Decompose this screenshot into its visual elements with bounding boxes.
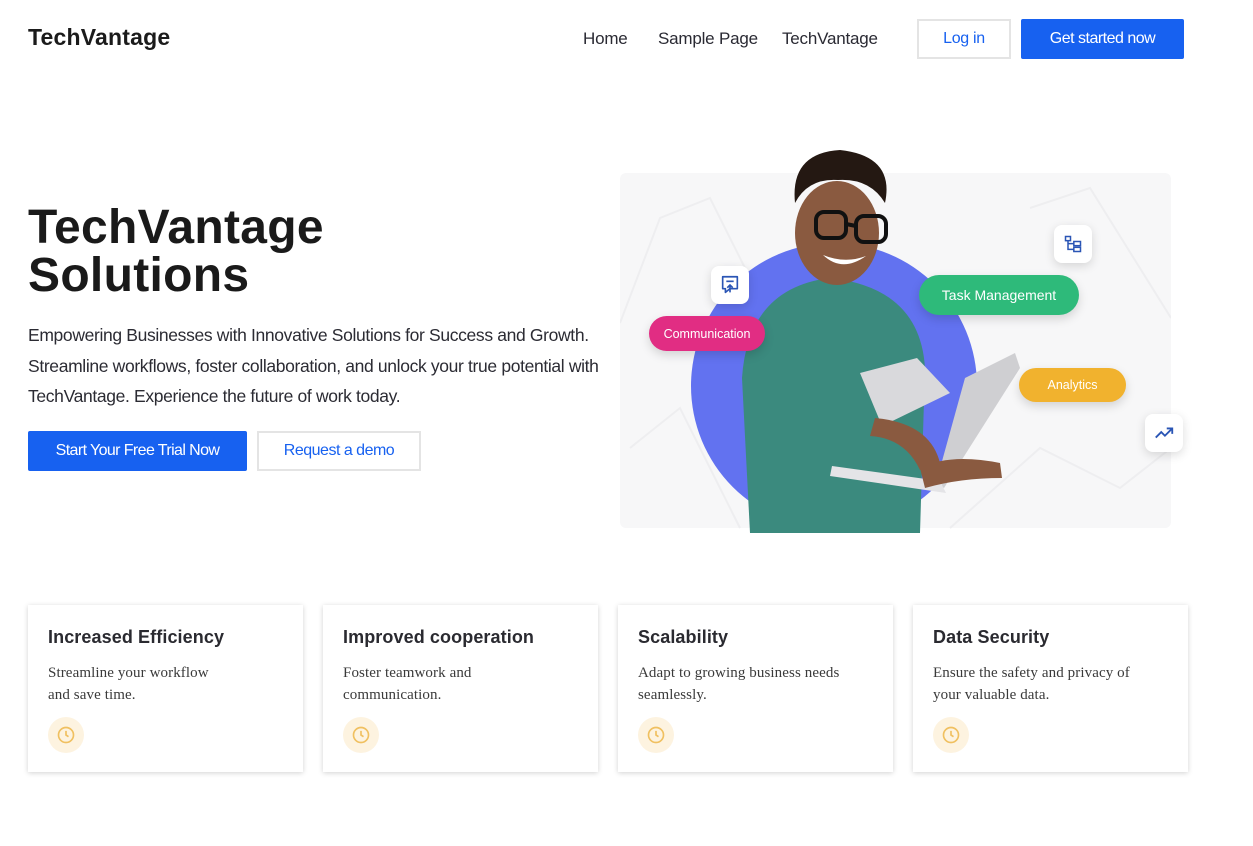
request-demo-button[interactable]: Request a demo (257, 431, 421, 471)
analytics-tag: Analytics (1019, 368, 1126, 402)
feature-text: Streamline your workflow and save time. (48, 665, 209, 703)
login-button[interactable]: Log in (917, 19, 1011, 59)
feature-text: Ensure the safety and privacy of your va… (933, 665, 1130, 703)
clock-icon (933, 717, 969, 753)
feature-card-data-security: Data Security Ensure the safety and priv… (913, 605, 1188, 772)
clock-icon (343, 717, 379, 753)
feature-text: Foster teamwork and communication. (343, 665, 472, 703)
hero-illustration: Communication Task Management Analytics (620, 148, 1190, 533)
hero-description: Empowering Businesses with Innovative So… (28, 325, 599, 406)
nav-link-sample-page[interactable]: Sample Page (658, 29, 758, 49)
hero-title-line2: Solutions (28, 249, 250, 302)
feature-title: Data Security (933, 627, 1050, 647)
hierarchy-icon (1054, 225, 1092, 263)
nav-link-techvantage[interactable]: TechVantage (782, 29, 878, 49)
feature-title: Improved cooperation (343, 627, 535, 647)
feature-card-cooperation: Improved cooperation Foster teamwork and… (323, 605, 598, 772)
hero-title-line1: TechVantage (28, 201, 324, 254)
feature-text: Adapt to growing business needs seamless… (638, 665, 840, 703)
feature-card-scalability: Scalability Adapt to growing business ne… (618, 605, 893, 772)
chat-upload-icon (711, 266, 749, 304)
nav-link-home[interactable]: Home (583, 29, 628, 49)
hero-title: TechVantage Solutions (28, 204, 324, 300)
feature-card-efficiency: Increased Efficiency Streamline your wor… (28, 605, 303, 772)
trending-up-icon (1145, 414, 1183, 452)
feature-title: Increased Efficiency (48, 627, 225, 647)
communication-tag: Communication (649, 316, 765, 351)
get-started-button[interactable]: Get started now (1021, 19, 1184, 59)
site-header: TechVantage Home Sample Page TechVantage… (0, 0, 1253, 80)
free-trial-button[interactable]: Start Your Free Trial Now (28, 431, 247, 471)
clock-icon (48, 717, 84, 753)
feature-title: Scalability (638, 627, 729, 647)
site-logo[interactable]: TechVantage (28, 24, 170, 51)
task-management-tag: Task Management (919, 275, 1079, 315)
clock-icon (638, 717, 674, 753)
